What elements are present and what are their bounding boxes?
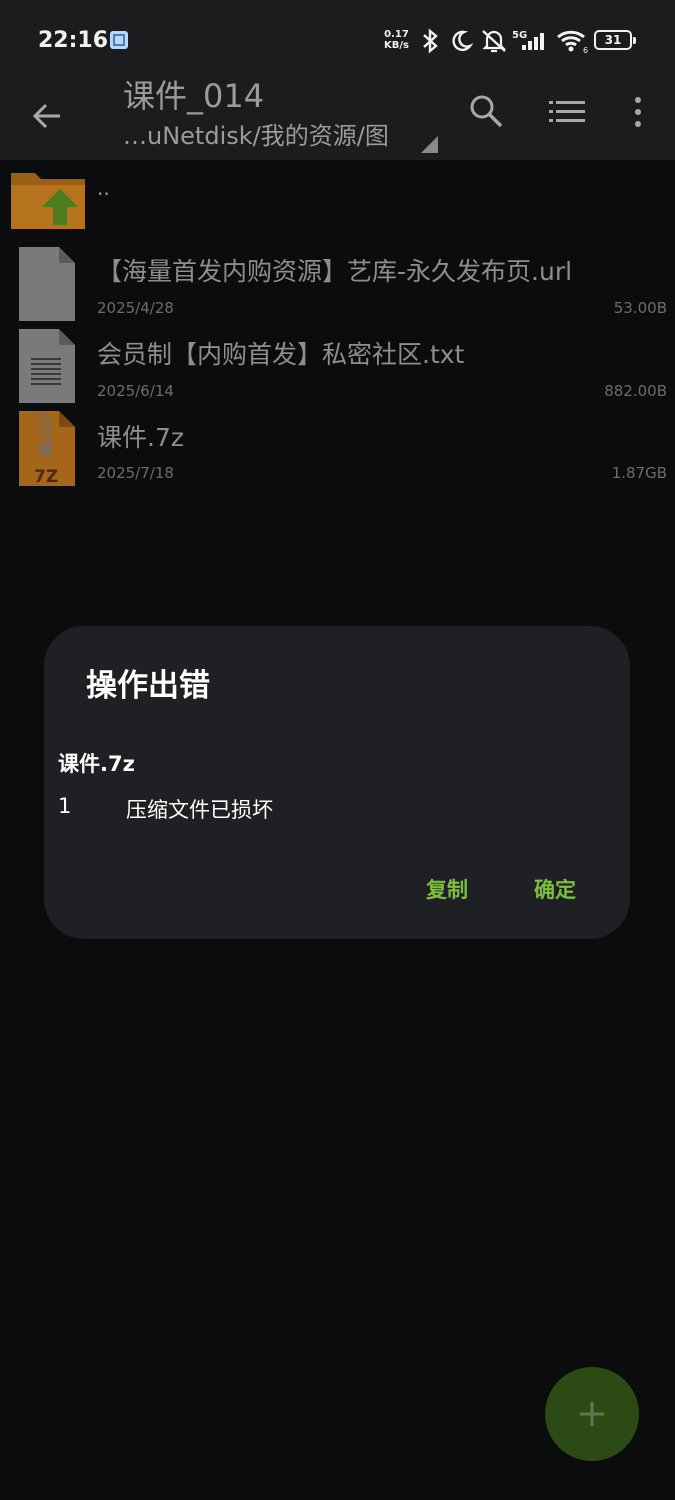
do-not-disturb-moon-icon bbox=[452, 30, 473, 52]
dialog-title: 操作出错 bbox=[86, 668, 210, 704]
notification-icon bbox=[110, 31, 128, 49]
file-size: 882.00B bbox=[604, 382, 667, 400]
silent-bell-icon bbox=[482, 30, 506, 53]
file-date: 2025/4/28 bbox=[97, 299, 174, 317]
battery-indicator: 31 bbox=[594, 30, 636, 50]
file-name: 课件.7z bbox=[97, 423, 184, 452]
parent-folder-icon bbox=[11, 173, 85, 229]
text-file-icon bbox=[19, 329, 75, 403]
search-icon[interactable] bbox=[468, 93, 504, 129]
file-size: 53.00B bbox=[613, 299, 667, 317]
dialog-file-name: 课件.7z bbox=[58, 752, 135, 776]
wifi-icon: 6 bbox=[557, 30, 588, 54]
error-message: 压缩文件已损坏 bbox=[126, 798, 273, 822]
file-date: 2025/6/14 bbox=[97, 382, 174, 400]
status-time: 22:16 bbox=[38, 28, 109, 53]
archive-icon: 7Z bbox=[19, 411, 75, 487]
network-type: 5G bbox=[512, 30, 527, 41]
ok-button[interactable]: 确定 bbox=[534, 874, 576, 904]
network-speed-unit: KB/s bbox=[384, 40, 409, 51]
file-size: 1.87GB bbox=[611, 464, 667, 482]
path-dropdown-icon[interactable] bbox=[421, 136, 438, 153]
folder-title: 课件_014 bbox=[123, 77, 265, 115]
list-view-icon[interactable] bbox=[549, 98, 585, 126]
archive-type-label: 7Z bbox=[34, 467, 58, 487]
more-options-icon[interactable] bbox=[628, 95, 648, 131]
back-arrow-icon[interactable] bbox=[30, 96, 70, 136]
plus-icon bbox=[580, 1402, 604, 1426]
bluetooth-icon bbox=[423, 28, 438, 54]
file-icon bbox=[19, 247, 75, 321]
parent-folder-label: .. bbox=[97, 176, 110, 200]
wifi-level: 6 bbox=[583, 46, 588, 54]
file-date: 2025/7/18 bbox=[97, 464, 174, 482]
file-name: 会员制【内购首发】私密社区.txt bbox=[97, 340, 465, 369]
network-speed: 0.17 KB/s bbox=[384, 29, 409, 51]
network-speed-value: 0.17 bbox=[384, 29, 409, 40]
error-index: 1 bbox=[58, 794, 72, 818]
copy-button[interactable]: 复制 bbox=[426, 874, 468, 904]
status-bar: 22:16 0.17 KB/s 5G 6 31 bbox=[0, 0, 675, 80]
folder-path[interactable]: …uNetdisk/我的资源/图 bbox=[123, 121, 389, 151]
cellular-signal-icon: 5G bbox=[512, 30, 544, 50]
file-name: 【海量首发内购资源】艺库-永久发布页.url bbox=[97, 257, 573, 286]
